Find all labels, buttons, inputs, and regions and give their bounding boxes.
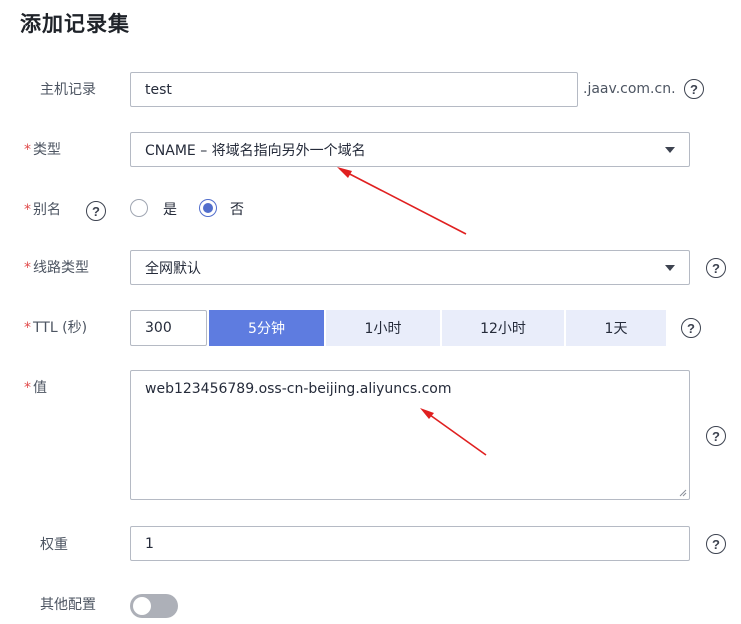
weight-input[interactable]: 1	[130, 526, 690, 561]
page-title: 添加记录集	[20, 12, 130, 36]
annotation-arrow-type	[337, 167, 467, 235]
domain-suffix: .jaav.com.cn.	[583, 81, 676, 97]
host-record-value: test	[145, 81, 172, 98]
required-mark: *	[24, 380, 31, 396]
line-type-label-text: 线路类型	[33, 260, 89, 276]
radio-selected-dot	[203, 203, 213, 213]
chevron-down-icon	[665, 264, 675, 271]
chevron-down-icon	[665, 146, 675, 153]
weight-value: 1	[145, 535, 154, 552]
required-mark: *	[24, 142, 31, 158]
weight-label: 权重	[40, 537, 68, 553]
value-textarea[interactable]: web123456789.oss-cn-beijing.aliyuncs.com	[130, 370, 690, 500]
ttl-label-text: TTL (秒)	[33, 320, 88, 336]
ttl-value: 300	[145, 320, 172, 336]
ttl-option-1h[interactable]: 1小时	[326, 310, 440, 346]
other-config-toggle[interactable]	[130, 594, 178, 618]
value-label: * 值	[24, 378, 47, 398]
value-label-text: 值	[33, 380, 47, 396]
required-mark: *	[24, 320, 31, 336]
type-label: * 类型	[24, 140, 61, 160]
ttl-option-12h[interactable]: 12小时	[442, 310, 564, 346]
alias-help-icon[interactable]: ?	[86, 201, 106, 221]
alias-radio-yes-label: 是	[163, 202, 177, 218]
ttl-label: * TTL (秒)	[24, 318, 87, 338]
alias-radio-no[interactable]	[199, 199, 217, 217]
host-record-input[interactable]: test	[130, 72, 578, 107]
type-select[interactable]: CNAME – 将域名指向另外一个域名	[130, 132, 690, 167]
other-config-label: 其他配置	[40, 597, 96, 613]
host-help-icon[interactable]: ?	[684, 79, 704, 99]
weight-help-icon[interactable]: ?	[706, 534, 726, 554]
line-type-label: * 线路类型	[24, 258, 89, 278]
ttl-option-5min[interactable]: 5分钟	[209, 310, 324, 346]
alias-label: * 别名	[24, 200, 61, 220]
host-record-label: 主机记录	[40, 82, 96, 98]
alias-radio-no-label: 否	[230, 202, 244, 218]
required-mark: *	[24, 260, 31, 276]
value-text: web123456789.oss-cn-beijing.aliyuncs.com	[145, 381, 452, 397]
toggle-knob	[133, 597, 151, 615]
required-mark: *	[24, 202, 31, 218]
value-help-icon[interactable]: ?	[706, 426, 726, 446]
resize-handle-icon[interactable]	[679, 489, 687, 497]
alias-label-text: 别名	[33, 202, 61, 218]
ttl-option-1d[interactable]: 1天	[566, 310, 666, 346]
type-label-text: 类型	[33, 142, 61, 158]
alias-radio-yes[interactable]	[130, 199, 148, 217]
line-type-select[interactable]: 全网默认	[130, 250, 690, 285]
ttl-help-icon[interactable]: ?	[681, 318, 701, 338]
ttl-input[interactable]: 300	[130, 310, 207, 346]
line-type-select-value: 全网默认	[145, 260, 201, 277]
line-type-help-icon[interactable]: ?	[706, 258, 726, 278]
type-select-value: CNAME – 将域名指向另外一个域名	[145, 142, 366, 159]
